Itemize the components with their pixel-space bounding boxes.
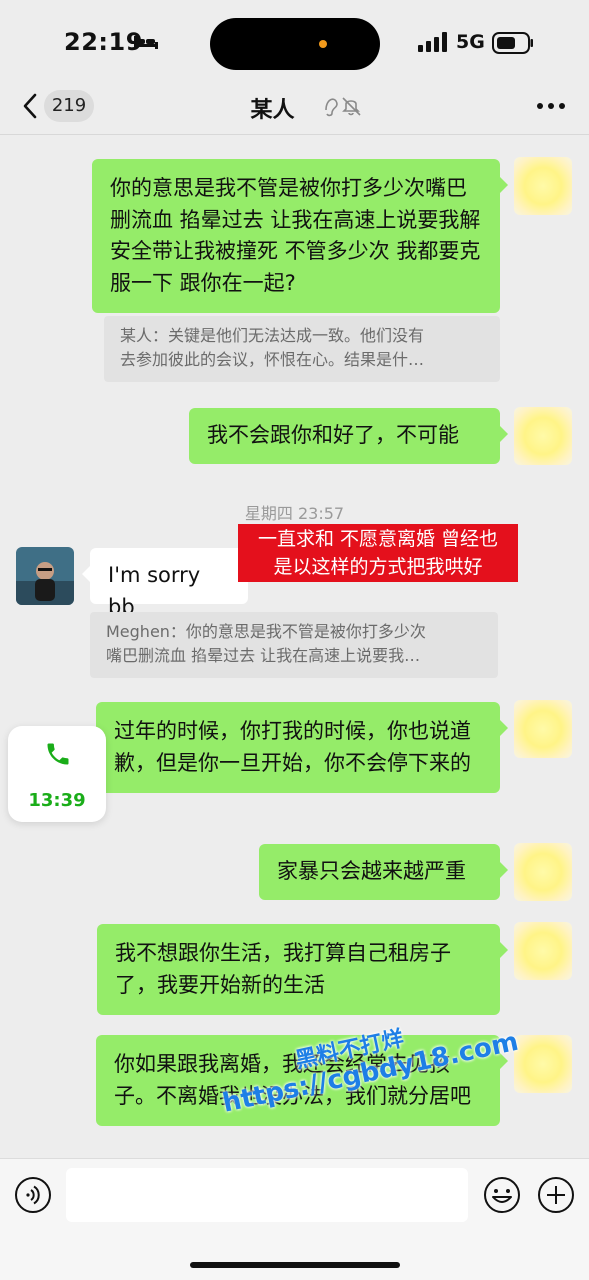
network-type: 5G bbox=[456, 31, 485, 53]
message-input[interactable] bbox=[66, 1168, 468, 1222]
message-bubble-outgoing[interactable]: 我不想跟你生活，我打算自己租房子了，我要开始新的生活 bbox=[97, 924, 508, 1015]
annotation-banner: 一直求和 不愿意离婚 曾经也 是以这样的方式把我哄好 bbox=[238, 524, 518, 582]
message-bubble-incoming[interactable]: I'm sorry bb bbox=[82, 548, 248, 619]
message-bubble-outgoing[interactable]: 你的意思是我不管是被你打多少次嘴巴删流血 掐晕过去 让我在高速上说要我解安全带让… bbox=[92, 159, 508, 313]
chat-title: 某人 bbox=[250, 98, 295, 123]
my-avatar[interactable] bbox=[514, 407, 572, 465]
emoji-icon[interactable] bbox=[483, 1176, 521, 1214]
sleep-focus-icon bbox=[134, 36, 158, 49]
message-bubble-outgoing[interactable]: 你如果跟我离婚，我还会经常去见孩子。不离婚我也没办法，我们就分居吧 bbox=[96, 1035, 508, 1126]
phone-icon bbox=[47, 743, 69, 765]
voice-input-icon[interactable] bbox=[14, 1176, 52, 1214]
message-bubble-outgoing[interactable]: 过年的时候，你打我的时候，你也说道歉，但是你一旦开始，你不会停下来的 bbox=[96, 702, 508, 793]
my-avatar[interactable] bbox=[514, 922, 572, 980]
my-avatar[interactable] bbox=[514, 843, 572, 901]
plus-icon[interactable] bbox=[537, 1176, 575, 1214]
signal-icon bbox=[418, 32, 447, 52]
battery-icon bbox=[492, 32, 533, 54]
more-options-icon[interactable] bbox=[536, 96, 566, 116]
quoted-message[interactable]: Meghen：你的意思是我不管是被你打多少次 嘴巴删流血 掐晕过去 让我在高速上… bbox=[90, 612, 498, 678]
message-bubble-outgoing[interactable]: 我不会跟你和好了，不可能 bbox=[189, 408, 508, 464]
call-duration: 13:39 bbox=[28, 790, 86, 811]
message-bubble-outgoing[interactable]: 家暴只会越来越严重 bbox=[259, 844, 508, 900]
chat-timestamp: 星期四 23:57 bbox=[244, 504, 345, 523]
my-avatar[interactable] bbox=[514, 157, 572, 215]
quoted-message[interactable]: 某人：关键是他们无法达成一致。他们没有 去参加彼此的会议，怀恨在心。结果是什… bbox=[104, 316, 500, 382]
nav-divider bbox=[0, 134, 589, 135]
my-avatar[interactable] bbox=[514, 1035, 572, 1093]
mic-indicator-dot bbox=[319, 40, 327, 48]
home-indicator bbox=[190, 1262, 400, 1268]
mute-and-ear-icon bbox=[325, 97, 361, 117]
dynamic-island bbox=[210, 18, 380, 70]
my-avatar[interactable] bbox=[514, 700, 572, 758]
status-time: 22:19 bbox=[64, 28, 143, 56]
contact-avatar[interactable] bbox=[16, 547, 74, 605]
